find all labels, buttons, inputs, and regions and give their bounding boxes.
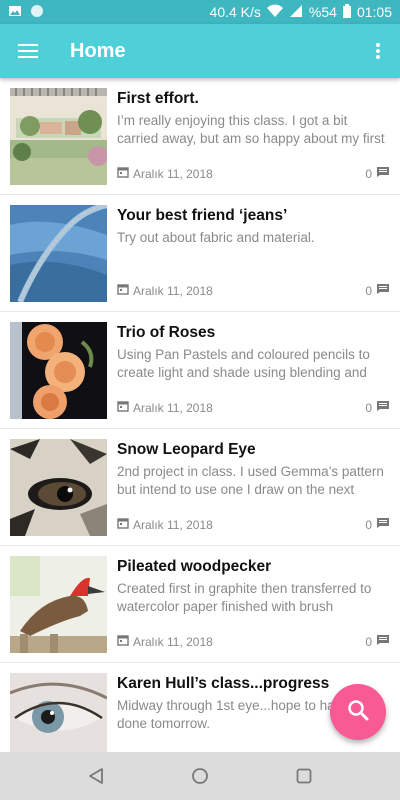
page-title: Home — [70, 39, 126, 62]
list-item[interactable]: Pileated woodpecker Created first in gra… — [0, 546, 400, 663]
network-speed: 40.4 K/s — [209, 4, 261, 20]
post-description: Created first in graphite then transferr… — [117, 581, 372, 614]
comment-count: 0 — [365, 400, 372, 415]
post-thumbnail[interactable] — [10, 205, 107, 302]
comment-icon[interactable] — [376, 400, 390, 415]
post-date: Aralık 11, 2018 — [133, 517, 213, 532]
comment-count: 0 — [365, 517, 372, 532]
calendar-icon — [117, 517, 129, 532]
comment-icon[interactable] — [376, 634, 390, 649]
search-icon — [347, 699, 369, 726]
post-title: Pileated woodpecker — [117, 558, 272, 575]
post-thumbnail[interactable] — [10, 673, 107, 752]
recents-square-icon[interactable] — [282, 756, 326, 796]
post-date: Aralık 11, 2018 — [133, 400, 213, 415]
post-thumbnail[interactable] — [10, 322, 107, 419]
post-thumbnail[interactable] — [10, 439, 107, 536]
system-nav-bar — [0, 752, 400, 800]
post-description: Using Pan Pastels and coloured pencils t… — [117, 347, 370, 380]
post-meta: Aralık 11, 2018 0 — [117, 400, 390, 415]
post-meta: Aralık 11, 2018 0 — [117, 166, 390, 181]
comment-count: 0 — [365, 283, 372, 298]
list-item[interactable]: Snow Leopard Eye 2nd project in class. I… — [0, 429, 400, 546]
post-description: 2nd project in class. I used Gemma’s pat… — [117, 464, 384, 497]
home-circle-icon[interactable] — [178, 756, 222, 796]
post-title: Trio of Roses — [117, 324, 216, 341]
post-description: Try out about fabric and material. — [117, 230, 315, 245]
list-item[interactable]: Your best friend ‘jeans’ Try out about f… — [0, 195, 400, 312]
comment-icon[interactable] — [376, 166, 390, 181]
post-meta: Aralık 11, 2018 0 — [117, 283, 390, 298]
search-fab[interactable] — [330, 684, 386, 740]
post-title: First effort. — [117, 90, 199, 107]
post-meta: Aralık 11, 2018 0 — [117, 634, 390, 649]
comment-count: 0 — [365, 634, 372, 649]
post-title: Snow Leopard Eye — [117, 441, 256, 458]
post-date: Aralık 11, 2018 — [133, 283, 213, 298]
image-icon — [8, 4, 22, 21]
list-item[interactable]: First effort. I’m really enjoying this c… — [0, 78, 400, 195]
list-item[interactable]: Trio of Roses Using Pan Pastels and colo… — [0, 312, 400, 429]
comment-icon[interactable] — [376, 517, 390, 532]
clock: 01:05 — [356, 4, 392, 20]
hamburger-menu-icon[interactable] — [0, 24, 56, 78]
signal-icon — [289, 4, 303, 21]
app-bar: Home — [0, 24, 400, 78]
battery-percent: %54 — [308, 4, 337, 20]
post-description: I’m really enjoying this class. I got a … — [117, 113, 385, 146]
wifi-icon — [266, 4, 283, 21]
calendar-icon — [117, 634, 129, 649]
status-bar: 40.4 K/s %54 01:05 — [0, 0, 400, 24]
more-vert-icon[interactable] — [356, 24, 400, 78]
post-meta: Aralık 11, 2018 0 — [117, 517, 390, 532]
post-date: Aralık 11, 2018 — [133, 634, 213, 649]
comment-count: 0 — [365, 166, 372, 181]
calendar-icon — [117, 400, 129, 415]
post-thumbnail[interactable] — [10, 556, 107, 653]
comment-icon[interactable] — [376, 283, 390, 298]
post-title: Your best friend ‘jeans’ — [117, 207, 288, 224]
circle-app-icon — [30, 4, 44, 21]
post-list[interactable]: First effort. I’m really enjoying this c… — [0, 78, 400, 752]
calendar-icon — [117, 283, 129, 298]
battery-icon — [342, 3, 351, 21]
post-thumbnail[interactable] — [10, 88, 107, 185]
post-date: Aralık 11, 2018 — [133, 166, 213, 181]
calendar-icon — [117, 166, 129, 181]
back-triangle-icon[interactable] — [74, 756, 118, 796]
